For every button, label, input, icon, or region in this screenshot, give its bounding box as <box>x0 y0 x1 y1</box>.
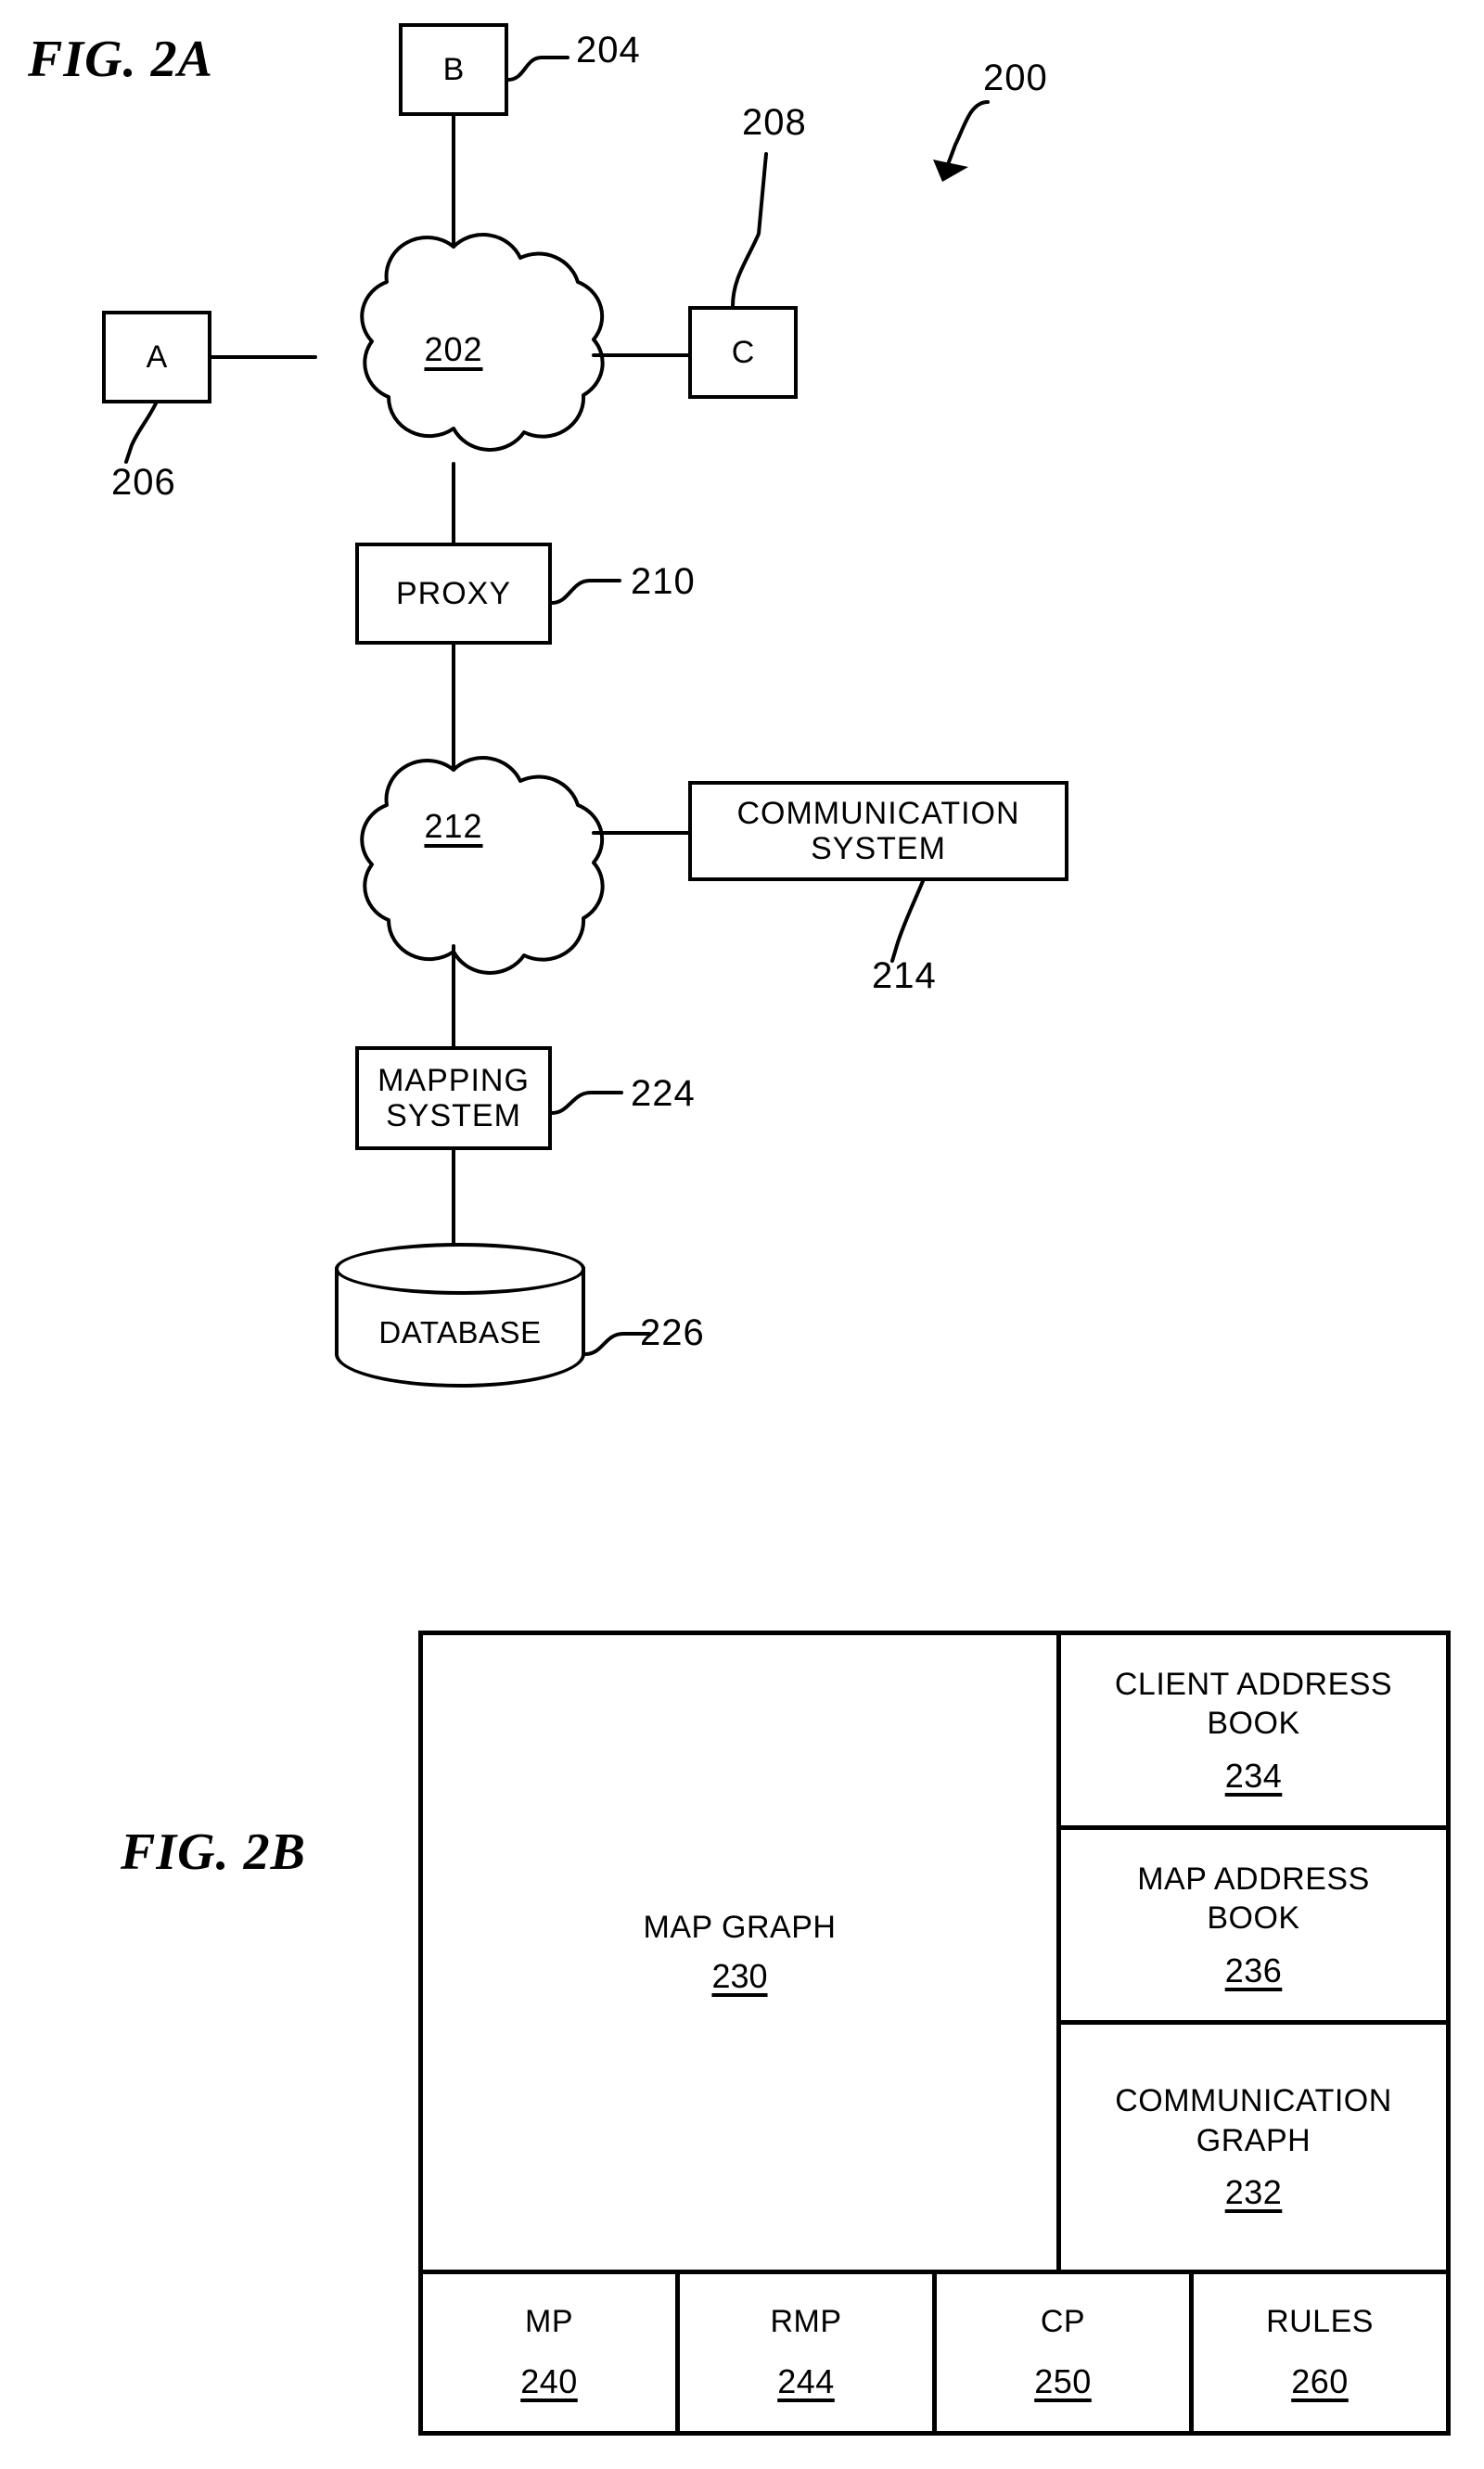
network-cloud-212-label: 212 <box>424 807 483 845</box>
reference-numeral-224: 224 <box>631 1073 696 1114</box>
mp-ref: 240 <box>520 2362 578 2400</box>
rmp-cell[interactable]: RMP 244 <box>675 2274 932 2431</box>
rmp-ref: 244 <box>777 2362 835 2400</box>
database-cylinder-top <box>335 1243 585 1295</box>
mp-label: MP <box>525 2304 573 2339</box>
client-node-c-label: C <box>731 334 755 370</box>
cp-ref: 250 <box>1034 2362 1092 2400</box>
proxy-node-label: PROXY <box>395 575 512 611</box>
figure-2a-title: FIG. 2A <box>28 31 213 88</box>
reference-numeral-210: 210 <box>631 561 696 602</box>
reference-numeral-200: 200 <box>983 58 1048 98</box>
map-address-book-ref: 236 <box>1224 1951 1283 1989</box>
map-graph-cell[interactable]: MAP GRAPH 230 <box>423 1635 1061 2270</box>
network-cloud-212: 212 <box>361 807 546 846</box>
map-graph-label: MAP GRAPH <box>643 1909 837 1945</box>
communication-graph-cell[interactable]: COMMUNICATION GRAPH 232 <box>1061 2025 1446 2270</box>
client-node-a-label: A <box>146 339 168 375</box>
rules-cell[interactable]: RULES 260 <box>1189 2274 1446 2431</box>
database-node[interactable]: DATABASE <box>335 1243 585 1402</box>
mp-cell[interactable]: MP 240 <box>423 2274 675 2431</box>
database-label: DATABASE <box>378 1315 542 1350</box>
reference-numeral-204: 204 <box>576 30 641 70</box>
communication-system-node[interactable]: COMMUNICATION SYSTEM <box>688 781 1068 881</box>
map-graph-structure-diagram: MAP GRAPH 230 CLIENT ADDRESS BOOK 234 MA… <box>418 1631 1451 2436</box>
reference-numeral-214: 214 <box>872 955 937 996</box>
rmp-label: RMP <box>770 2304 842 2339</box>
map-graph-ref: 230 <box>711 1956 768 1995</box>
reference-numeral-226: 226 <box>640 1312 705 1353</box>
rules-label: RULES <box>1266 2304 1374 2339</box>
client-node-a[interactable]: A <box>102 311 211 403</box>
fig2b-right-column: CLIENT ADDRESS BOOK 234 MAP ADDRESS BOOK… <box>1061 1635 1446 2270</box>
client-address-book-label: CLIENT ADDRESS BOOK <box>1114 1666 1393 1742</box>
communication-graph-ref: 232 <box>1224 2173 1283 2211</box>
fig2b-upper-region: MAP GRAPH 230 CLIENT ADDRESS BOOK 234 MA… <box>423 1635 1446 2270</box>
client-node-c[interactable]: C <box>688 306 798 399</box>
reference-numeral-208: 208 <box>742 102 807 143</box>
fig2b-bottom-row: MP 240 RMP 244 CP 250 RULES 260 <box>423 2270 1446 2431</box>
client-node-b-label: B <box>442 51 465 87</box>
cp-label: CP <box>1040 2304 1086 2339</box>
mapping-system-label: MAPPING SYSTEM <box>377 1062 530 1133</box>
cp-cell[interactable]: CP 250 <box>932 2274 1189 2431</box>
network-cloud-202: 202 <box>361 330 546 369</box>
map-address-book-cell[interactable]: MAP ADDRESS BOOK 236 <box>1061 1830 1446 2025</box>
client-node-b[interactable]: B <box>399 23 508 116</box>
network-cloud-202-label: 202 <box>424 330 483 368</box>
figure-2b-title: FIG. 2B <box>121 1823 306 1881</box>
communication-graph-label: COMMUNICATION GRAPH <box>1115 2083 1392 2158</box>
proxy-node[interactable]: PROXY <box>355 543 552 645</box>
communication-system-label: COMMUNICATION SYSTEM <box>736 795 1020 866</box>
rules-ref: 260 <box>1291 2362 1349 2400</box>
map-address-book-label: MAP ADDRESS BOOK <box>1137 1861 1370 1937</box>
reference-numeral-206: 206 <box>111 462 176 503</box>
client-address-book-cell[interactable]: CLIENT ADDRESS BOOK 234 <box>1061 1635 1446 1830</box>
client-address-book-ref: 234 <box>1224 1756 1283 1795</box>
mapping-system-node[interactable]: MAPPING SYSTEM <box>355 1046 552 1150</box>
